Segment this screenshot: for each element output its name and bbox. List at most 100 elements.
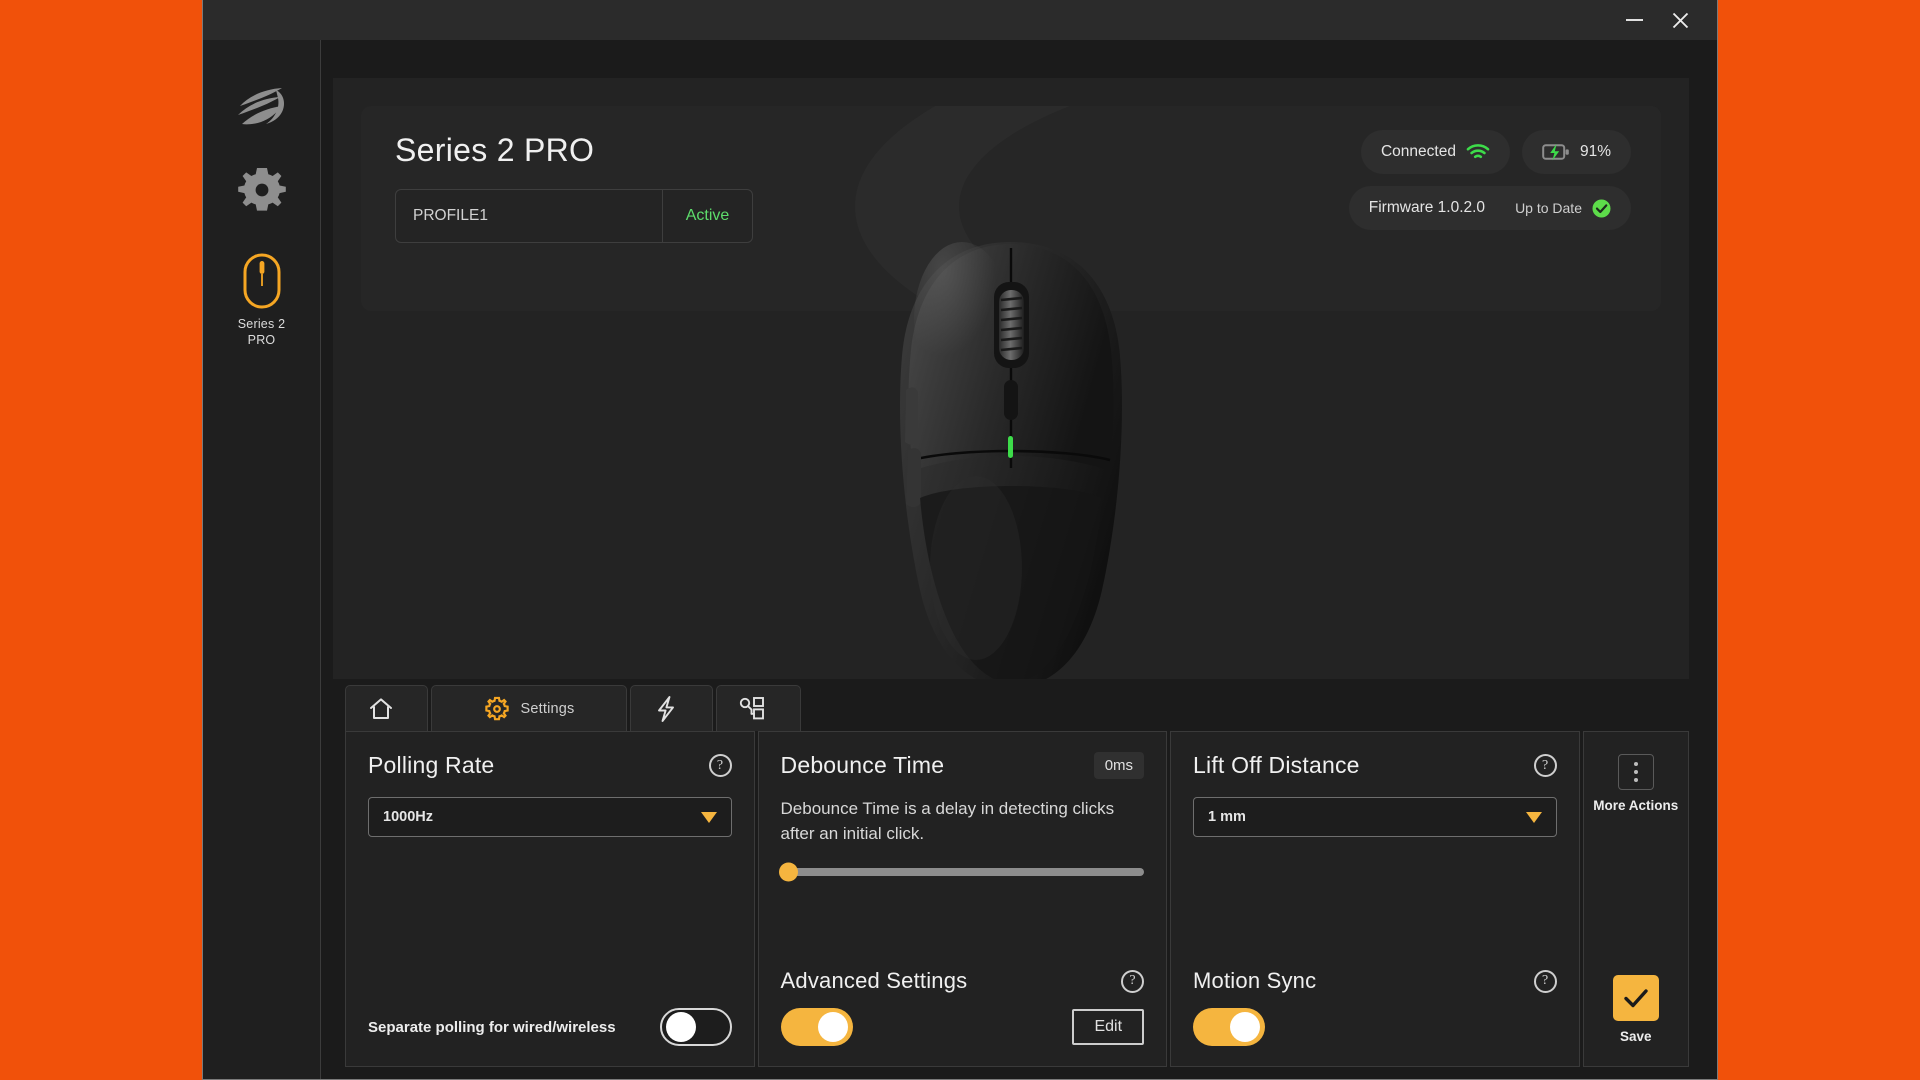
tab-home[interactable] <box>345 685 428 731</box>
separate-polling-toggle[interactable] <box>659 1008 732 1046</box>
application-window: Series 2 PRO Series 2 PRO PROFILE1 Activ… <box>202 0 1718 1080</box>
check-icon <box>1624 989 1648 1008</box>
connection-label: Connected <box>1380 143 1456 160</box>
close-button[interactable] <box>1657 3 1703 37</box>
toggle-knob <box>1230 1012 1261 1042</box>
kebab-menu-icon-dot <box>1633 770 1638 774</box>
device-stage: Series 2 PRO PROFILE1 Active Connected 9… <box>333 78 1689 679</box>
help-icon[interactable]: ? <box>1121 969 1145 993</box>
advanced-settings-title: Advanced Settings <box>780 968 968 993</box>
key-layout-icon <box>739 696 764 719</box>
settings-panels: Polling Rate ? 1000Hz Separate polling f… <box>345 731 1690 1067</box>
home-icon <box>370 697 392 719</box>
sidebar-item-series-2-pro[interactable]: Series 2 PRO <box>216 238 308 358</box>
mouse-dpi-button <box>1004 380 1018 420</box>
debounce-description: Debounce Time is a delay in detecting cl… <box>780 799 1115 843</box>
advanced-settings-controls: Edit <box>780 1008 1145 1046</box>
motion-sync-toggle[interactable] <box>1193 1008 1266 1046</box>
firmware-status: Up to Date <box>1515 200 1582 216</box>
battery-status-pill[interactable]: 91% <box>1521 130 1631 174</box>
panel-lift-off-distance: Lift Off Distance ? 1 mm Motion Sync ? <box>1170 731 1580 1067</box>
save-label: Save <box>1620 1029 1652 1044</box>
sidebar-item-settings[interactable] <box>216 152 308 224</box>
tab-keybinds[interactable] <box>716 685 801 731</box>
profile-selector[interactable]: PROFILE1 Active <box>395 189 753 243</box>
close-icon <box>1672 12 1688 28</box>
window-body: Series 2 PRO Series 2 PRO PROFILE1 Activ… <box>203 40 1717 1079</box>
debounce-time-title: Debounce Time <box>780 752 945 778</box>
main-content: Series 2 PRO PROFILE1 Active Connected 9… <box>321 40 1717 1079</box>
sidebar-label-line2: PRO <box>247 332 276 347</box>
sidebar-label-line1: Series 2 <box>237 317 286 331</box>
mouse-palm-gloss <box>930 476 1022 660</box>
firmware-pill[interactable]: Firmware 1.0.2.0 Up to Date <box>1348 186 1631 230</box>
panel-debounce-time: Debounce Time 0ms Debounce Time is a del… <box>757 731 1168 1067</box>
brand-logo-icon <box>237 88 284 125</box>
gear-icon <box>484 696 509 720</box>
device-hero-card: Series 2 PRO PROFILE1 Active Connected 9… <box>361 106 1661 311</box>
kebab-menu-icon-dot <box>1633 778 1638 782</box>
polling-rate-title: Polling Rate <box>368 752 495 778</box>
polling-spacer <box>368 837 732 1008</box>
tab-settings[interactable]: Settings <box>431 685 627 731</box>
mouse-icon <box>243 253 280 309</box>
lift-off-distance-value: 1 mm <box>1208 809 1246 825</box>
help-icon[interactable]: ? <box>1533 969 1557 993</box>
battery-charging-icon <box>1542 144 1569 161</box>
battery-value: 91% <box>1579 143 1611 160</box>
sidebar-item-label: Series 2 PRO <box>238 317 285 348</box>
connection-status-pill[interactable]: Connected <box>1360 130 1510 174</box>
motion-sync-controls <box>1193 1008 1557 1046</box>
profile-status-badge: Active <box>662 190 752 242</box>
sidebar: Series 2 PRO <box>203 40 321 1079</box>
debounce-value-chip: 0ms <box>1093 752 1145 779</box>
toggle-knob <box>665 1012 696 1042</box>
wifi-icon <box>1466 144 1490 159</box>
help-icon[interactable]: ? <box>708 754 732 777</box>
tab-performance[interactable] <box>630 685 713 731</box>
lift-off-spacer <box>1193 837 1557 968</box>
mouse-status-led <box>1008 436 1013 458</box>
lift-off-distance-title: Lift Off Distance <box>1193 752 1360 778</box>
debounce-slider-handle[interactable] <box>778 862 798 882</box>
panel-actions: More Actions Save <box>1582 731 1690 1067</box>
polling-rate-select[interactable]: 1000Hz <box>368 797 732 837</box>
motion-sync-header: Motion Sync ? <box>1193 968 1557 994</box>
chevron-down-icon <box>700 811 717 823</box>
mouse-side-button-upper <box>905 387 918 445</box>
tab-settings-label: Settings <box>520 700 575 717</box>
minimize-button[interactable] <box>1611 3 1657 37</box>
title-bar <box>203 0 1717 40</box>
polling-rate-header: Polling Rate ? <box>368 752 732 779</box>
firmware-label: Firmware 1.0.2.0 <box>1368 199 1486 216</box>
save-button[interactable] <box>1612 975 1659 1021</box>
mouse-side-button-lower <box>906 448 921 508</box>
minimize-icon <box>1625 19 1643 21</box>
debounce-time-header: Debounce Time 0ms <box>781 752 1145 779</box>
motion-sync-title: Motion Sync <box>1193 968 1317 993</box>
check-circle-icon <box>1592 199 1611 217</box>
polling-rate-value: 1000Hz <box>383 809 433 825</box>
edit-button[interactable]: Edit <box>1072 1009 1145 1045</box>
lift-off-distance-header: Lift Off Distance ? <box>1193 752 1557 779</box>
advanced-settings-toggle[interactable] <box>780 1008 853 1046</box>
debounce-slider[interactable] <box>778 862 1145 882</box>
help-icon[interactable]: ? <box>1533 754 1557 777</box>
advanced-settings-header: Advanced Settings ? <box>781 968 1145 994</box>
more-actions-label: More Actions <box>1593 798 1679 813</box>
separate-polling-label: Separate polling for wired/wireless <box>368 1018 616 1036</box>
tab-strip: Settings <box>345 679 1689 731</box>
status-pill-row: Connected 91% <box>1360 130 1631 174</box>
lift-off-distance-select[interactable]: 1 mm <box>1193 797 1557 837</box>
chevron-down-icon <box>1525 811 1542 823</box>
sidebar-item-brand[interactable] <box>216 70 308 138</box>
separate-polling-row: Separate polling for wired/wireless <box>368 1008 732 1046</box>
gear-icon <box>237 168 286 211</box>
kebab-menu-icon-dot <box>1633 762 1638 766</box>
debounce-spacer <box>781 876 1145 968</box>
more-actions-button[interactable] <box>1617 754 1654 790</box>
panel-polling-rate: Polling Rate ? 1000Hz Separate polling f… <box>345 731 755 1067</box>
status-pill-stack: Connected 91% Firmware 1.0.2.0 Up to Dat… <box>1348 130 1631 230</box>
profile-name[interactable]: PROFILE1 <box>396 190 662 242</box>
toggle-knob <box>817 1012 848 1042</box>
